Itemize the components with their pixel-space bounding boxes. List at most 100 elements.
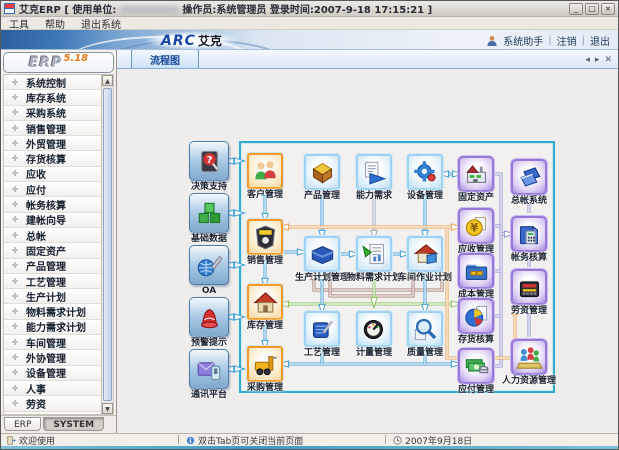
sidebar-tab-erp[interactable]: ERP [4, 417, 41, 431]
banner: ARC 艾克 系统助手|注销|退出 [1, 30, 618, 50]
sidebar-item-label: 存货核算 [26, 151, 66, 166]
tab-flowchart[interactable]: 流程图 [131, 48, 199, 68]
diagram-node-account-acct[interactable]: 帐务核算 [494, 216, 564, 263]
sidebar-item-15[interactable]: ✛物料需求计划 [4, 304, 101, 319]
expand-plus-icon[interactable]: ✛ [4, 399, 26, 408]
redacted-company-name [120, 6, 178, 14]
cost-icon [458, 253, 494, 289]
sidebar-item-7[interactable]: ✛应付 [4, 182, 101, 197]
clock-icon [393, 436, 402, 445]
sidebar-item-10[interactable]: ✛总帐 [4, 228, 101, 243]
link-separator: | [548, 35, 551, 46]
menu-item-1[interactable]: 帮助 [45, 16, 65, 31]
sidebar-item-16[interactable]: ✛能力需求计划 [4, 320, 101, 335]
expand-plus-icon[interactable]: ✛ [4, 292, 26, 301]
sidebar-item-2[interactable]: ✛采购系统 [4, 106, 101, 121]
sidebar-item-8[interactable]: ✛帐务核算 [4, 197, 101, 212]
sidebar-nav: ✛系统控制✛库存系统✛采购系统✛销售管理✛外贸管理✛存货核算✛应收✛应付✛帐务核… [3, 74, 114, 415]
expand-plus-icon[interactable]: ✛ [4, 246, 26, 255]
sidebar-item-label: 车间管理 [26, 335, 66, 350]
expand-plus-icon[interactable]: ✛ [4, 231, 26, 240]
expand-plus-icon[interactable]: ✛ [4, 215, 26, 224]
sidebar-item-9[interactable]: ✛建帐向导 [4, 213, 101, 228]
capacity-icon [356, 154, 392, 190]
tab-scroll-right-icon[interactable]: ▸ [595, 55, 600, 65]
menu-item-2[interactable]: 退出系统 [81, 16, 121, 31]
diagram-node-wage-mgmt[interactable]: 劳资管理 [494, 269, 564, 316]
menu-item-0[interactable]: 工具 [9, 16, 29, 31]
link-logout[interactable]: 注销 [557, 33, 577, 48]
window-controls: _ □ × [569, 3, 615, 15]
invacct-icon [458, 298, 494, 334]
link-system-assistant[interactable]: 系统助手 [503, 33, 543, 48]
sidebar-item-18[interactable]: ✛外协管理 [4, 350, 101, 365]
body: ERP 5.18 ✛系统控制✛库存系统✛采购系统✛销售管理✛外贸管理✛存货核算✛… [1, 50, 618, 433]
expand-plus-icon[interactable]: ✛ [4, 200, 26, 209]
alert-icon [189, 297, 229, 337]
diagram-node-label: 计量管理 [356, 348, 392, 358]
expand-plus-icon[interactable]: ✛ [4, 353, 26, 362]
expand-plus-icon[interactable]: ✛ [4, 124, 26, 133]
expand-plus-icon[interactable]: ✛ [4, 93, 26, 102]
expand-plus-icon[interactable]: ✛ [4, 338, 26, 347]
sidebar-item-13[interactable]: ✛工艺管理 [4, 274, 101, 289]
decision-icon: ? [189, 141, 229, 181]
sidebar-item-21[interactable]: ✛劳资 [4, 396, 101, 411]
diagram-node-label: 设备管理 [407, 191, 443, 201]
sidebar-item-3[interactable]: ✛销售管理 [4, 121, 101, 136]
diagram-node-label: 能力需求 [356, 191, 392, 201]
sidebar-item-5[interactable]: ✛存货核算 [4, 151, 101, 166]
expand-plus-icon[interactable]: ✛ [4, 384, 26, 393]
minimize-button[interactable]: _ [569, 3, 583, 15]
sidebar-tab-system[interactable]: SYSTEM [43, 417, 104, 431]
sidebar-nav-list: ✛系统控制✛库存系统✛采购系统✛销售管理✛外贸管理✛存货核算✛应收✛应付✛帐务核… [4, 75, 101, 414]
expand-plus-icon[interactable]: ✛ [4, 261, 26, 270]
sidebar-item-label: 销售管理 [26, 121, 66, 136]
sidebar-item-6[interactable]: ✛应收 [4, 167, 101, 182]
quality-icon [407, 311, 443, 347]
status-date: 2007年9月18日 [393, 434, 472, 447]
close-button[interactable]: × [601, 3, 615, 15]
sidebar-item-label: 固定资产 [26, 243, 66, 258]
expand-plus-icon[interactable]: ✛ [4, 277, 26, 286]
sidebar-scrollbar[interactable]: ▲ ▼ [101, 75, 113, 414]
expand-plus-icon[interactable]: ✛ [4, 307, 26, 316]
sidebar-item-12[interactable]: ✛产品管理 [4, 259, 101, 274]
diagram-node-label: 通讯平台 [191, 390, 227, 400]
shopfloor-icon [407, 236, 443, 272]
link-exit[interactable]: 退出 [590, 33, 610, 48]
erp-logo-text: ERP [29, 55, 63, 71]
maximize-button[interactable]: □ [585, 3, 599, 15]
expand-plus-icon[interactable]: ✛ [4, 78, 26, 87]
expand-plus-icon[interactable]: ✛ [4, 154, 26, 163]
sidebar-item-11[interactable]: ✛固定资产 [4, 243, 101, 258]
diagram-node-ledger-system[interactable]: 总帐系统 [494, 159, 564, 206]
sidebar-item-1[interactable]: ✛库存系统 [4, 90, 101, 105]
sidebar-item-20[interactable]: ✛人事 [4, 381, 101, 396]
sidebar-item-19[interactable]: ✛设备管理 [4, 366, 101, 381]
expand-plus-icon[interactable]: ✛ [4, 108, 26, 117]
diagram-node-hr-mgmt[interactable]: 人力资源管理 [494, 339, 564, 386]
expand-plus-icon[interactable]: ✛ [4, 368, 26, 377]
sidebar-item-17[interactable]: ✛车间管理 [4, 335, 101, 350]
sidebar-item-label: 帐务核算 [26, 197, 66, 212]
scrollbar-thumb[interactable] [103, 88, 112, 401]
expand-plus-icon[interactable]: ✛ [4, 322, 26, 331]
tab-close-icon[interactable]: ✕ [604, 55, 612, 65]
sidebar-item-4[interactable]: ✛外贸管理 [4, 136, 101, 151]
tab-scroll-left-icon[interactable]: ◂ [585, 55, 590, 65]
sidebar-bottom-tabs: ERPSYSTEM [1, 415, 116, 433]
sidebar-item-0[interactable]: ✛系统控制 [4, 75, 101, 90]
status-separator: | [384, 435, 387, 445]
sidebar-item-14[interactable]: ✛生产计划 [4, 289, 101, 304]
scroll-up-icon[interactable]: ▲ [102, 75, 113, 86]
expand-plus-icon[interactable]: ✛ [4, 185, 26, 194]
scroll-down-icon[interactable]: ▼ [102, 403, 113, 414]
diagram-node-label: 产品管理 [304, 191, 340, 201]
wages-icon [511, 269, 547, 305]
expand-plus-icon[interactable]: ✛ [4, 169, 26, 178]
sidebar-item-label: 外协管理 [26, 350, 66, 365]
svg-text:?: ? [206, 155, 212, 166]
expand-plus-icon[interactable]: ✛ [4, 139, 26, 148]
prodplan-icon [304, 236, 340, 272]
